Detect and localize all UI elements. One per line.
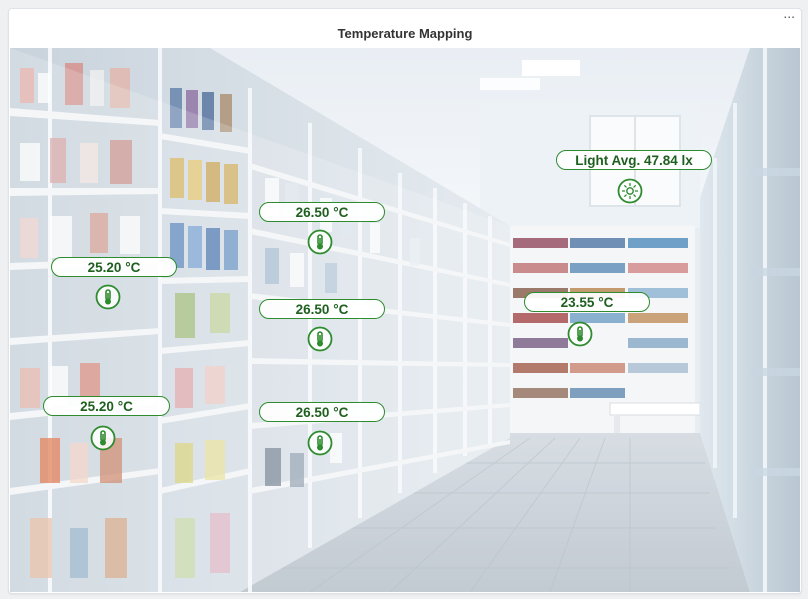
sensor-reading-label: 25.20 °C [51, 257, 177, 277]
thermometer-icon[interactable] [567, 321, 593, 347]
thermometer-icon[interactable] [307, 326, 333, 352]
light-reading-label: Light Avg. 47.84 lx [556, 150, 712, 170]
pharmacy-floor-image: 25.20 °C 25.20 °C 26.50 °C 26.50 °C 26.5… [10, 48, 800, 592]
sun-icon[interactable] [617, 178, 643, 204]
pharmacy-illustration [10, 48, 800, 592]
sensor-reading-label: 26.50 °C [259, 402, 385, 422]
sensor-reading-label: 26.50 °C [259, 202, 385, 222]
thermometer-icon[interactable] [307, 430, 333, 456]
thermometer-icon[interactable] [307, 229, 333, 255]
sensor-reading-label: 23.55 °C [524, 292, 650, 312]
thermometer-icon[interactable] [95, 284, 121, 310]
sensor-reading-label: 26.50 °C [259, 299, 385, 319]
widget-menu-button[interactable]: ... [783, 9, 795, 21]
sensor-reading-label: 25.20 °C [43, 396, 170, 416]
thermometer-icon[interactable] [90, 425, 116, 451]
